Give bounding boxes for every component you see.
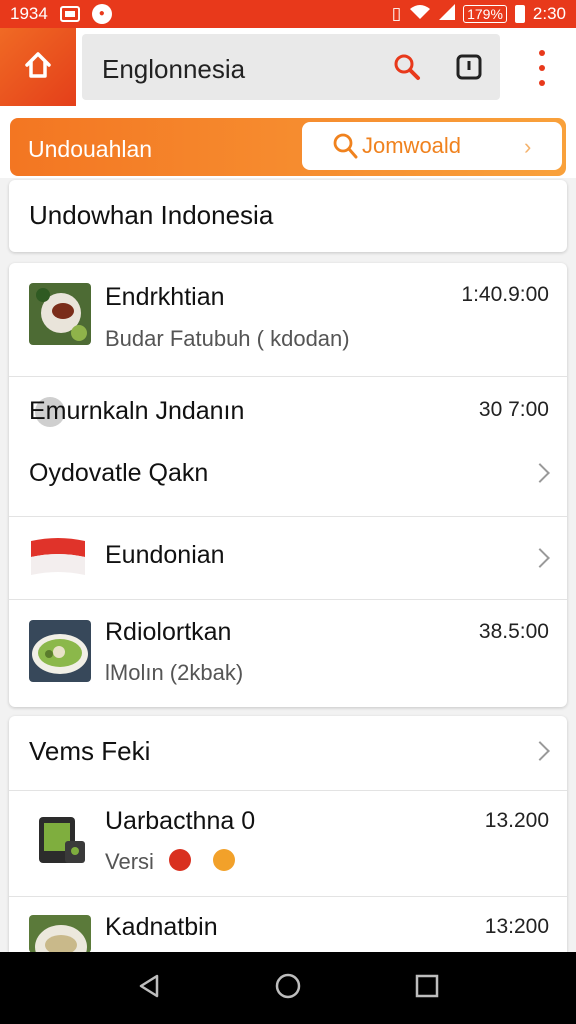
recents-icon[interactable] bbox=[413, 972, 441, 1005]
section-title: Vems Feki bbox=[29, 736, 151, 766]
flag-icon bbox=[29, 535, 87, 581]
item-title: Emurnkaln Jndanın bbox=[29, 397, 245, 425]
item-value: 30 7:00 bbox=[478, 398, 549, 421]
message-icon bbox=[59, 6, 80, 22]
list-card: Endrkhtian Budar Fatubuh ( kdodan) 1:40.… bbox=[9, 263, 567, 707]
item-title: Rdiolortkan bbox=[105, 618, 232, 646]
download-banner-inner: Undouahlan Jomwoald › bbox=[10, 118, 566, 176]
search-icon bbox=[332, 132, 358, 165]
banner-label: Undouahlan bbox=[28, 136, 153, 162]
status-bar: 1934 ● ▯ 179% 2:30 bbox=[0, 0, 576, 28]
signal-icon bbox=[439, 3, 456, 25]
list-item[interactable]: Uarbacthna 0 Versi 13.200 bbox=[9, 790, 567, 896]
phone-icon bbox=[35, 811, 91, 871]
list-item[interactable]: Kadnatbin 13:200 bbox=[9, 896, 567, 953]
download-banner: Undouahlan Jomwoald › bbox=[0, 108, 576, 178]
section-title: Undowhan Indonesia bbox=[29, 200, 274, 230]
search-icon[interactable] bbox=[392, 52, 422, 87]
item-title: Uarbacthna 0 bbox=[105, 807, 256, 835]
list-item[interactable]: Emurnkaln Jndanın 30 7:00 bbox=[9, 376, 567, 444]
notification-icon: ● bbox=[91, 4, 112, 24]
system-nav-bar bbox=[0, 952, 576, 1024]
item-subtitle: Versi bbox=[105, 849, 154, 874]
battery-percent: 179% bbox=[463, 5, 507, 23]
item-subtitle: Budar Fatubuh ( kdodan) bbox=[105, 326, 350, 351]
download-button-label: Jomwoald bbox=[362, 133, 462, 158]
item-value: 1:40.9:00 bbox=[461, 283, 549, 306]
item-value: 13.200 bbox=[484, 809, 549, 832]
food-thumbnail bbox=[29, 915, 91, 953]
item-title: Endrkhtian bbox=[105, 283, 225, 311]
chevron-right-icon bbox=[530, 463, 550, 483]
search-bar[interactable]: Englonnesia bbox=[82, 34, 500, 100]
list-item[interactable]: Rdiolortkan lMolın (2kbak) 38.5:00 bbox=[9, 599, 567, 707]
chevron-right-icon bbox=[530, 741, 550, 761]
home-button[interactable] bbox=[0, 28, 76, 106]
chevron-right-icon bbox=[530, 548, 550, 568]
wifi-icon bbox=[409, 4, 431, 25]
food-thumbnail bbox=[29, 620, 91, 682]
back-icon[interactable] bbox=[135, 972, 163, 1005]
home-icon bbox=[23, 50, 53, 85]
chevron-right-icon: › bbox=[524, 134, 532, 159]
status-badge bbox=[169, 849, 191, 871]
battery-icon bbox=[514, 5, 525, 23]
list-item[interactable]: Oydovatle Qakn bbox=[9, 444, 567, 516]
food-thumbnail bbox=[29, 283, 91, 345]
status-badge bbox=[213, 849, 235, 871]
list-item[interactable]: Eundonian bbox=[9, 516, 567, 599]
status-clock: 2:30 bbox=[532, 4, 566, 23]
item-title: Eundonian bbox=[105, 541, 225, 569]
item-title: Oydovatle Qakn bbox=[29, 459, 209, 487]
tabs-icon[interactable] bbox=[454, 52, 484, 87]
section-header[interactable]: Vems Feki bbox=[9, 716, 567, 790]
app-bar: Englonnesia bbox=[0, 28, 576, 108]
item-value: 38.5:00 bbox=[478, 620, 549, 643]
status-time: 1934 bbox=[10, 4, 48, 23]
item-subtitle: lMolın (2kbak) bbox=[105, 660, 244, 685]
item-value: 13:200 bbox=[484, 915, 549, 938]
home-circle-icon[interactable] bbox=[274, 972, 302, 1005]
vibrate-icon: ▯ bbox=[391, 4, 402, 23]
overflow-menu-icon[interactable] bbox=[527, 50, 557, 86]
second-card: Vems Feki Uarbacthna 0 Versi 13.200 Kadn… bbox=[9, 716, 567, 953]
search-input[interactable]: Englonnesia bbox=[102, 54, 245, 85]
item-title: Kadnatbin bbox=[105, 913, 218, 941]
list-item[interactable]: Endrkhtian Budar Fatubuh ( kdodan) 1:40.… bbox=[9, 263, 567, 376]
header-card: Undowhan Indonesia bbox=[9, 180, 567, 252]
download-button[interactable]: Jomwoald › bbox=[302, 122, 562, 170]
